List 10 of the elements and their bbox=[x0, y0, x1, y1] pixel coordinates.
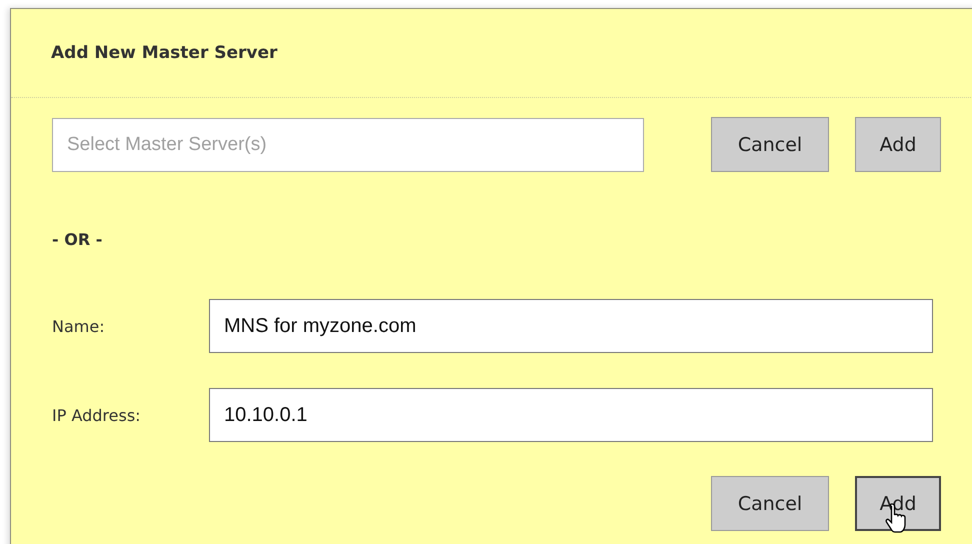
cancel-button[interactable]: Cancel bbox=[711, 476, 829, 531]
add-button[interactable]: Add bbox=[855, 117, 941, 172]
or-separator: - OR - bbox=[52, 230, 102, 249]
field-label: IP Address: bbox=[52, 406, 142, 424]
dialog-title: Add New Master Server bbox=[51, 43, 278, 63]
server-select-field[interactable]: Select Master Server(s) bbox=[52, 118, 644, 172]
text-field[interactable]: 10.10.0.1 bbox=[209, 388, 933, 442]
text-field[interactable]: MNS for myzone.com bbox=[209, 299, 933, 353]
cancel-button[interactable]: Cancel bbox=[711, 117, 829, 172]
field-label: Name: bbox=[52, 316, 106, 336]
